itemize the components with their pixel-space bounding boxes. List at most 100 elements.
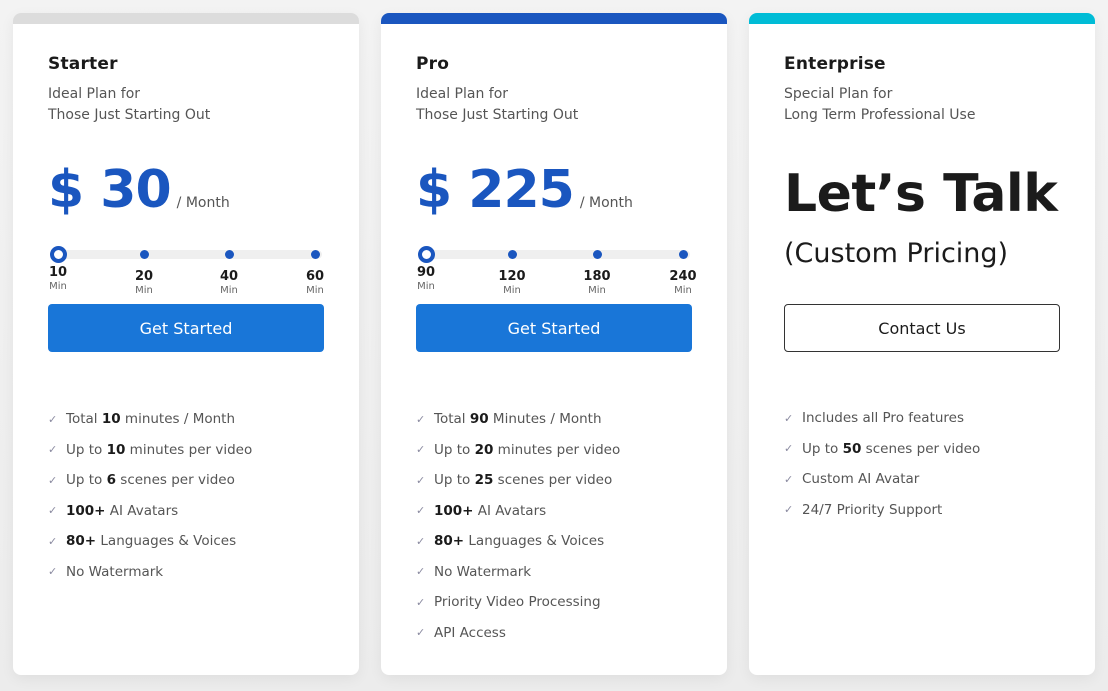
- feature-text: Total: [434, 411, 470, 428]
- enterprise-subheadline: (Custom Pricing): [784, 238, 1009, 269]
- feature-item: ✓ 100+ AI Avatars: [416, 496, 620, 527]
- feature-text: API Access: [434, 624, 506, 641]
- enterprise-headline: Let’s Talk: [784, 164, 1058, 224]
- feature-highlight: 50: [842, 440, 862, 457]
- slider-track[interactable]: [422, 250, 690, 259]
- check-icon: ✓: [48, 565, 58, 579]
- feature-highlight: 80+: [66, 533, 97, 550]
- feature-item: ✓ Custom AI Avatar: [784, 464, 980, 495]
- price-unit: / Month: [176, 195, 230, 211]
- slider-stop-unit: Min: [306, 285, 324, 296]
- feature-highlight: 6: [106, 472, 116, 489]
- get-started-button[interactable]: Get Started: [416, 304, 692, 352]
- feature-item: ✓ Up to 50 scenes per video: [784, 434, 980, 465]
- price-amount: $ 30: [48, 160, 172, 220]
- slider-stop-dot[interactable]: [592, 250, 602, 259]
- feature-text: No Watermark: [66, 563, 164, 580]
- feature-item: ✓ Up to 10 minutes per video: [48, 435, 252, 466]
- slider-stop[interactable]: 120 Min: [482, 247, 542, 296]
- feature-highlight: 10: [101, 411, 121, 428]
- get-started-button[interactable]: Get Started: [48, 304, 324, 352]
- slider-stop-dot[interactable]: [139, 250, 149, 259]
- slider-stop[interactable]: 10 Min: [28, 246, 88, 292]
- feature-list: ✓ Includes all Pro features ✓ Up to 50 scen…: [784, 403, 980, 525]
- slider-stop[interactable]: 60 Min: [285, 247, 345, 296]
- plan-description-line: Those Just Starting Out: [416, 107, 579, 123]
- feature-highlight: 100+: [66, 502, 106, 519]
- plan-name: Starter: [48, 54, 118, 74]
- feature-item: ✓ No Watermark: [416, 557, 620, 588]
- feature-text: Minutes / Month: [488, 411, 602, 428]
- plan-description: Special Plan for Long Term Professional …: [784, 84, 975, 126]
- slider-handle[interactable]: [417, 246, 435, 263]
- slider-stop-unit: Min: [49, 281, 67, 292]
- feature-item: ✓ API Access: [416, 618, 620, 649]
- check-icon: ✓: [416, 443, 426, 457]
- slider-stop-unit: Min: [674, 285, 692, 296]
- plan-description: Ideal Plan for Those Just Starting Out: [416, 84, 578, 126]
- feature-list: ✓ Total 10 minutes / Month ✓ Up to 10 minut…: [48, 404, 252, 587]
- feature-item: ✓ 80+ Languages & Voices: [416, 526, 620, 557]
- slider-stop[interactable]: 180 Min: [567, 247, 627, 296]
- slider-stop-value: 40: [219, 269, 239, 284]
- price-amount: $ 225: [416, 160, 575, 220]
- feature-text: scenes per video: [861, 440, 981, 457]
- feature-highlight: 80+: [434, 533, 465, 550]
- plan-card-pro: Pro Ideal Plan for Those Just Starting O…: [381, 13, 727, 675]
- slider-stop-dot[interactable]: [310, 250, 320, 259]
- slider-stop-value: 20: [134, 269, 154, 284]
- plan-price: $ 225 / Month: [416, 160, 633, 220]
- feature-text: Up to: [434, 441, 475, 458]
- feature-text: scenes per video: [493, 472, 613, 489]
- plan-accent-bar: [381, 13, 727, 24]
- slider-stop-unit: Min: [220, 285, 238, 296]
- slider-stop[interactable]: 240 Min: [653, 247, 713, 296]
- feature-text: scenes per video: [116, 472, 235, 489]
- slider-stop-dot[interactable]: [678, 250, 688, 259]
- feature-text: Up to: [66, 472, 107, 489]
- slider-stop-dot[interactable]: [507, 250, 517, 259]
- plan-description-line: Ideal Plan for: [48, 86, 141, 102]
- plan-description: Ideal Plan for Those Just Starting Out: [48, 84, 210, 126]
- check-icon: ✓: [416, 504, 426, 518]
- plan-card-starter: Starter Ideal Plan for Those Just Starti…: [13, 13, 359, 675]
- feature-item: ✓ Up to 20 minutes per video: [416, 435, 620, 466]
- feature-text: Priority Video Processing: [434, 594, 601, 611]
- plan-description-line: Special Plan for: [784, 86, 893, 102]
- slider-stop[interactable]: 40 Min: [199, 247, 259, 296]
- check-icon: ✓: [48, 473, 58, 487]
- slider-stop[interactable]: 20 Min: [114, 247, 174, 296]
- feature-highlight: 10: [106, 441, 126, 458]
- minutes-slider[interactable]: 90 Min 120 Min 180 Min 240 Min: [416, 246, 697, 307]
- plan-card-enterprise: Enterprise Special Plan for Long Term Pr…: [749, 13, 1095, 675]
- feature-item: ✓ 80+ Languages & Voices: [48, 526, 252, 557]
- feature-text: Custom AI Avatar: [802, 471, 920, 488]
- feature-highlight: 100+: [434, 502, 474, 519]
- feature-item: ✓ Total 10 minutes / Month: [48, 404, 252, 435]
- slider-handle[interactable]: [49, 246, 67, 263]
- feature-item: ✓ Total 90 Minutes / Month: [416, 404, 620, 435]
- feature-item: ✓ Includes all Pro features: [784, 403, 980, 434]
- check-icon: ✓: [48, 443, 58, 457]
- feature-highlight: 20: [474, 441, 494, 458]
- check-icon: ✓: [48, 504, 58, 518]
- slider-stop-value: 120: [498, 269, 526, 284]
- minutes-slider[interactable]: 10 Min 20 Min 40 Min 60 Min: [48, 246, 324, 307]
- slider-stop-dot[interactable]: [224, 250, 234, 259]
- feature-text: Up to: [434, 472, 475, 489]
- check-icon: ✓: [784, 411, 794, 425]
- feature-text: Up to: [66, 441, 107, 458]
- feature-item: ✓ Up to 25 scenes per video: [416, 465, 620, 496]
- slider-stop[interactable]: 90 Min: [396, 246, 456, 292]
- contact-us-button[interactable]: Contact Us: [784, 304, 1060, 352]
- feature-text: minutes / Month: [120, 411, 236, 428]
- slider-stop-unit: Min: [588, 285, 606, 296]
- check-icon: ✓: [784, 472, 794, 486]
- plan-name: Pro: [416, 54, 450, 74]
- slider-stop-unit: Min: [135, 285, 153, 296]
- slider-stop-value: 60: [305, 269, 325, 284]
- slider-track[interactable]: [54, 250, 322, 259]
- slider-stop-value: 90: [416, 265, 436, 280]
- check-icon: ✓: [48, 534, 58, 548]
- slider-stop-unit: Min: [503, 285, 521, 296]
